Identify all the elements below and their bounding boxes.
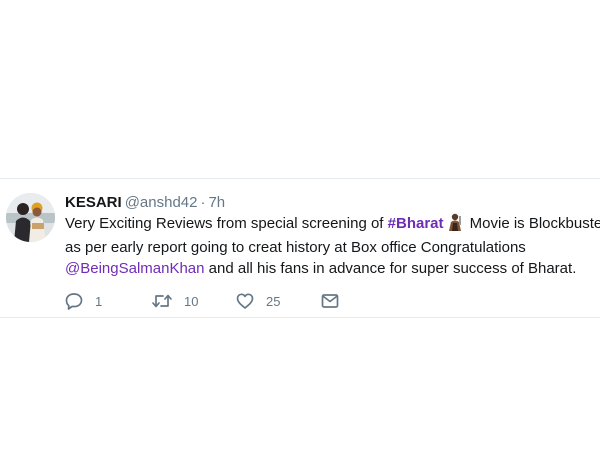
- mention-link[interactable]: @BeingSalmanKhan: [65, 260, 204, 277]
- timestamp[interactable]: 7h: [208, 194, 225, 211]
- tweet-text: Very Exciting Reviews from special scree…: [65, 213, 600, 279]
- tweet-text-part: Very Exciting Reviews from special scree…: [65, 215, 388, 232]
- author-name[interactable]: KESARI: [65, 194, 122, 211]
- tweet-card[interactable]: KESARI @anshd42 · 7h Very Exciting Reviews …: [0, 178, 600, 318]
- author-handle[interactable]: @anshd42: [125, 194, 198, 211]
- tweet-text-part: and all his fans in advance for super su…: [204, 260, 577, 277]
- like-button[interactable]: 25: [235, 290, 280, 312]
- tweet-line-2: as per early report going to creat histo…: [65, 239, 526, 256]
- heart-icon: [235, 291, 255, 311]
- direct-message-button[interactable]: [320, 290, 340, 312]
- hashtag-link[interactable]: #Bharat: [388, 215, 444, 232]
- retweet-button[interactable]: 10: [151, 290, 198, 312]
- retweet-count: 10: [184, 293, 199, 309]
- reply-button[interactable]: 1: [64, 290, 102, 312]
- reply-icon: [64, 291, 84, 311]
- page: KESARI @anshd42 · 7h Very Exciting Reviews …: [0, 0, 600, 450]
- retweet-icon: [151, 291, 173, 311]
- film-character-emoji: [447, 213, 463, 237]
- tweet-header: KESARI @anshd42 · 7h: [65, 193, 225, 213]
- separator-dot: ·: [200, 194, 206, 211]
- envelope-icon: [320, 291, 340, 311]
- tweet-line-3: @BeingSalmanKhan and all his fans in adv…: [65, 258, 600, 279]
- tweet-text-part: Movie is Blockbuster: [465, 215, 600, 232]
- like-count: 25: [266, 293, 281, 309]
- tweet-line-1: Very Exciting Reviews from special scree…: [65, 213, 600, 237]
- avatar[interactable]: [6, 193, 55, 242]
- reply-count: 1: [95, 293, 103, 309]
